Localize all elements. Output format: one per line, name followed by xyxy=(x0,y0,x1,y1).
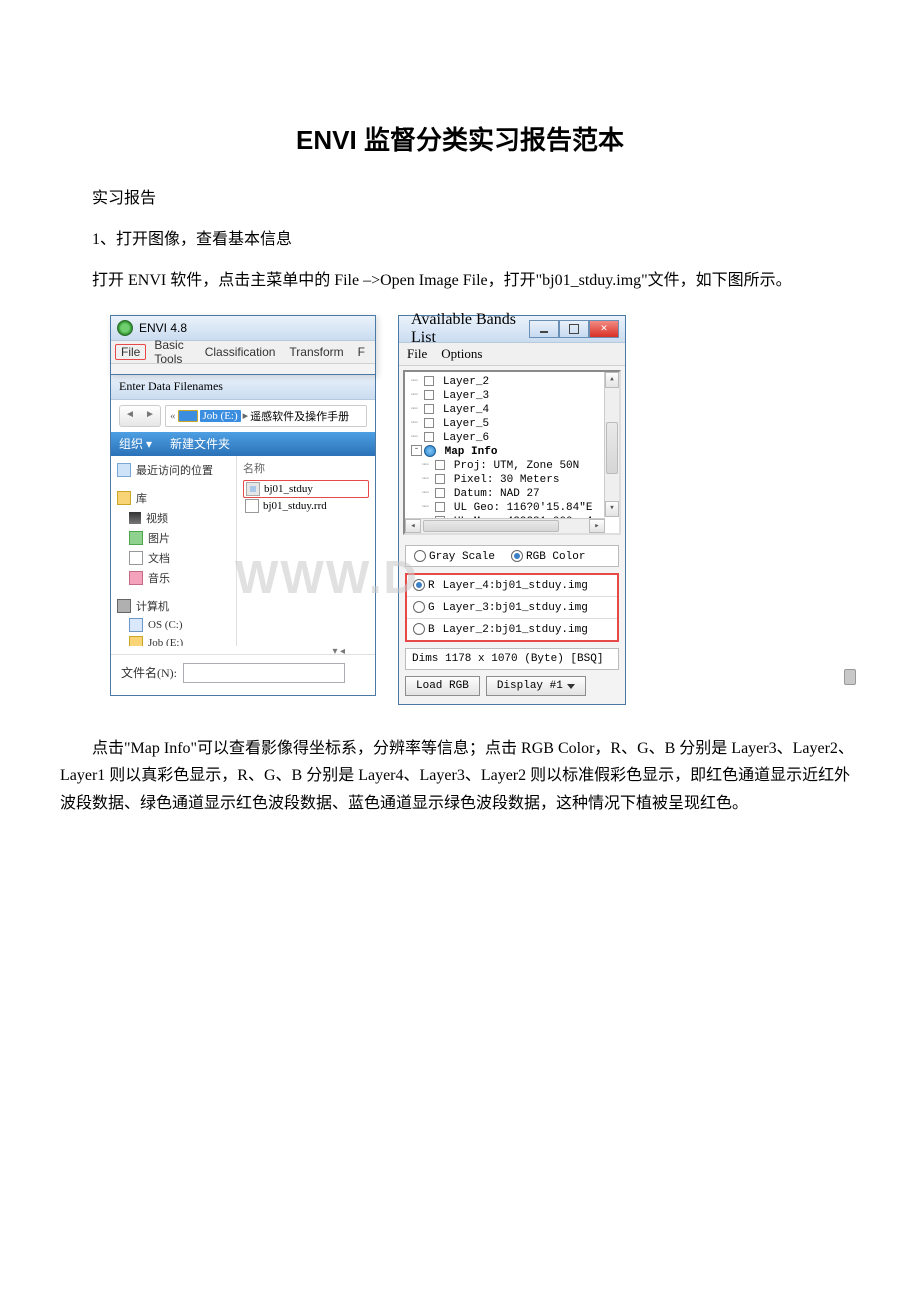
menu-classification[interactable]: Classification xyxy=(199,344,282,360)
breadcrumb[interactable]: « Job (E:) ▸ 遥感软件及操作手册 xyxy=(165,405,367,427)
file-dialog: Enter Data Filenames ◄► « Job (E:) ▸ 遥感软… xyxy=(110,374,376,696)
dialog-toolbar: 组织 ▾ 新建文件夹 xyxy=(111,432,375,456)
gray-scale-radio[interactable]: Gray Scale xyxy=(414,550,495,563)
filename-input[interactable] xyxy=(183,663,345,683)
folder-icon xyxy=(178,410,198,422)
rgb-color-radio[interactable]: RGB Color xyxy=(511,550,585,563)
nav-music[interactable]: 音乐 xyxy=(111,568,236,588)
envi-title: ENVI 4.8 xyxy=(139,321,187,335)
menu-file[interactable]: File xyxy=(115,344,146,360)
menu-transform[interactable]: Transform xyxy=(283,344,349,360)
bands-title-text: Available Bands List xyxy=(411,311,523,347)
nav-drive-c[interactable]: OS (C:) xyxy=(111,616,236,634)
b-band: Layer_2:bj01_stduy.img xyxy=(443,624,588,636)
g-band: Layer_3:bj01_stduy.img xyxy=(443,602,588,614)
r-radio[interactable]: R xyxy=(413,579,435,592)
display-dropdown[interactable]: Display #1 xyxy=(486,676,586,696)
r-band: Layer_4:bj01_stduy.img xyxy=(443,580,588,592)
crumb-drive[interactable]: Job (E:) xyxy=(200,410,241,422)
para-desc2: 点击"Map Info"可以查看影像得坐标系，分辨率等信息；点击 RGB Col… xyxy=(60,735,860,817)
map-info-globe-icon xyxy=(424,445,436,457)
file-list: 名称 bj01_stduy bj01_stduy.rrd xyxy=(237,456,375,646)
nav-arrows[interactable]: ◄► xyxy=(119,405,161,427)
file-dialog-title: Enter Data Filenames xyxy=(111,375,375,400)
color-mode-group: Gray Scale RGB Color xyxy=(405,545,619,568)
nav-video[interactable]: 视频 xyxy=(111,508,236,528)
file-bj01-stduy-rrd[interactable]: bj01_stduy.rrd xyxy=(243,498,369,514)
envi-window: ENVI 4.8 File Basic Tools Classification… xyxy=(110,315,376,375)
tree-hscroll[interactable]: ◂▸ xyxy=(405,518,605,533)
col-header-name[interactable]: 名称 xyxy=(243,460,369,476)
bands-tree[interactable]: ┈ Layer_2 ┈ Layer_3 ┈ Layer_4 ┈ Layer_5 … xyxy=(403,370,621,535)
b-radio[interactable]: B xyxy=(413,623,435,636)
g-radio[interactable]: G xyxy=(413,601,435,614)
new-folder-button[interactable]: 新建文件夹 xyxy=(170,435,230,452)
bands-menu-file[interactable]: File xyxy=(407,346,427,362)
crumb-folder[interactable]: 遥感软件及操作手册 xyxy=(250,408,349,424)
file-bj01-stduy[interactable]: bj01_stduy xyxy=(243,480,369,498)
envi-globe-icon xyxy=(117,320,133,336)
para-step1: 1、打开图像，查看基本信息 xyxy=(60,226,860,253)
maximize-button[interactable] xyxy=(559,320,589,338)
tree-vscroll[interactable]: ▴▾ xyxy=(604,372,619,517)
nav-library[interactable]: 库 xyxy=(111,488,236,508)
envi-menubar: File Basic Tools Classification Transfor… xyxy=(111,341,375,364)
nav-pictures[interactable]: 图片 xyxy=(111,528,236,548)
dropdown-arrow-icon xyxy=(567,684,575,689)
nav-documents[interactable]: 文档 xyxy=(111,548,236,568)
bands-menu-options[interactable]: Options xyxy=(441,346,482,362)
close-button[interactable]: ✕ xyxy=(589,320,619,338)
para-desc1: 打开 ENVI 软件，点击主菜单中的 File –>Open Image Fil… xyxy=(60,267,860,294)
nav-recent[interactable]: 最近访问的位置 xyxy=(111,460,236,480)
nav-drive-e[interactable]: Job (E:) xyxy=(111,634,236,646)
para-subtitle: 实习报告 xyxy=(60,185,860,212)
filename-label: 文件名(N): xyxy=(121,664,177,681)
bands-window-wrap: Available Bands List ✕ File Options ┈ La… xyxy=(398,315,626,706)
doc-title: ENVI 监督分类实习报告范本 xyxy=(60,120,860,157)
map-info-node[interactable]: Map Info xyxy=(445,446,498,458)
minimize-button[interactable] xyxy=(529,320,559,338)
envi-and-dialog: ENVI 4.8 File Basic Tools Classification… xyxy=(110,315,376,706)
bands-window: Available Bands List ✕ File Options ┈ La… xyxy=(398,315,626,706)
dialog-nav-pane: 最近访问的位置 库 视频 图片 文档 音乐 计算机 OS (C:) Job (E… xyxy=(111,456,237,646)
menu-basic-tools[interactable]: Basic Tools xyxy=(148,337,196,367)
resize-handle[interactable]: ▾ ◂ xyxy=(332,646,345,654)
organize-button[interactable]: 组织 ▾ xyxy=(119,435,152,452)
dims-text: Dims 1178 x 1070 (Byte) [BSQ] xyxy=(405,648,619,670)
menu-more[interactable]: F xyxy=(352,344,371,360)
nav-computer[interactable]: 计算机 xyxy=(111,596,236,616)
load-rgb-button[interactable]: Load RGB xyxy=(405,676,480,696)
rgb-assignment: R Layer_4:bj01_stduy.img G Layer_3:bj01_st… xyxy=(405,573,619,642)
figure-screenshots: ENVI 4.8 File Basic Tools Classification… xyxy=(60,315,860,706)
